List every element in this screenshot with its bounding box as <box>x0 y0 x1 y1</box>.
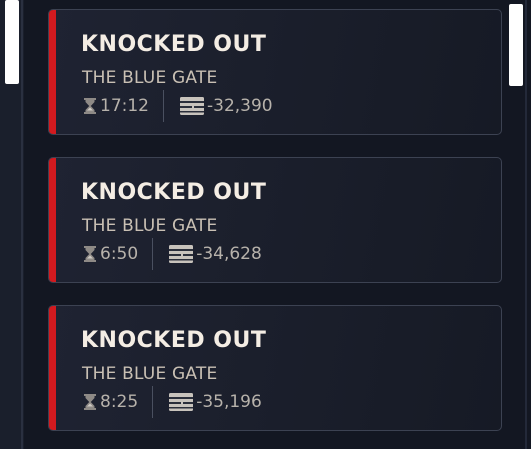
raid-card[interactable]: KNOCKED OUT THE BLUE GATE 6:50 -34,628 <box>48 157 502 283</box>
stash-icon <box>169 393 194 411</box>
stash-icon <box>169 245 194 263</box>
raid-loot-amount: -32,390 <box>207 96 273 116</box>
status-accent-bar <box>49 158 56 282</box>
stat-divider <box>163 90 164 122</box>
raid-status: KNOCKED OUT <box>81 32 267 57</box>
hourglass-icon <box>84 98 96 114</box>
raid-duration: 17:12 <box>83 96 149 116</box>
hourglass-icon <box>84 246 96 262</box>
raid-duration: 6:50 <box>83 244 138 264</box>
stat-divider <box>152 386 154 418</box>
hourglass-icon <box>84 394 96 410</box>
raid-card[interactable]: KNOCKED OUT THE BLUE GATE 17:12 -32,390 <box>48 9 502 135</box>
raid-loot-value: -32,390 <box>180 96 273 116</box>
left-scrollbar-track <box>21 0 23 449</box>
raid-loot-value: -34,628 <box>169 244 262 264</box>
raid-status: KNOCKED OUT <box>81 328 267 353</box>
raid-duration-value: 6:50 <box>100 244 139 264</box>
raid-location: THE BLUE GATE <box>82 364 218 384</box>
raid-stats: 6:50 -34,628 <box>83 238 262 270</box>
raid-duration: 8:25 <box>83 392 138 412</box>
right-scrollbar-track <box>525 0 527 449</box>
raid-loot-value: -35,196 <box>169 392 262 412</box>
raid-stats: 17:12 -32,390 <box>83 90 273 122</box>
raid-card[interactable]: KNOCKED OUT THE BLUE GATE 8:25 -35,196 <box>48 305 502 431</box>
left-scrollbar-thumb[interactable] <box>5 0 19 84</box>
raid-duration-value: 17:12 <box>100 96 149 116</box>
raid-loot-amount: -34,628 <box>196 244 262 264</box>
raid-stats: 8:25 -35,196 <box>83 386 262 418</box>
stash-icon <box>180 97 204 115</box>
raid-loot-amount: -35,196 <box>196 392 262 412</box>
raid-history-panel: KNOCKED OUT THE BLUE GATE 17:12 -32,390 … <box>0 0 531 449</box>
raid-list: KNOCKED OUT THE BLUE GATE 17:12 -32,390 … <box>48 9 502 449</box>
left-scrollbar[interactable] <box>0 0 24 449</box>
stat-divider <box>152 238 154 270</box>
raid-location: THE BLUE GATE <box>82 68 218 88</box>
right-scrollbar-thumb[interactable] <box>509 4 523 86</box>
raid-duration-value: 8:25 <box>100 392 139 412</box>
raid-status: KNOCKED OUT <box>81 180 267 205</box>
raid-location: THE BLUE GATE <box>82 216 218 236</box>
status-accent-bar <box>49 10 56 134</box>
status-accent-bar <box>49 306 56 430</box>
